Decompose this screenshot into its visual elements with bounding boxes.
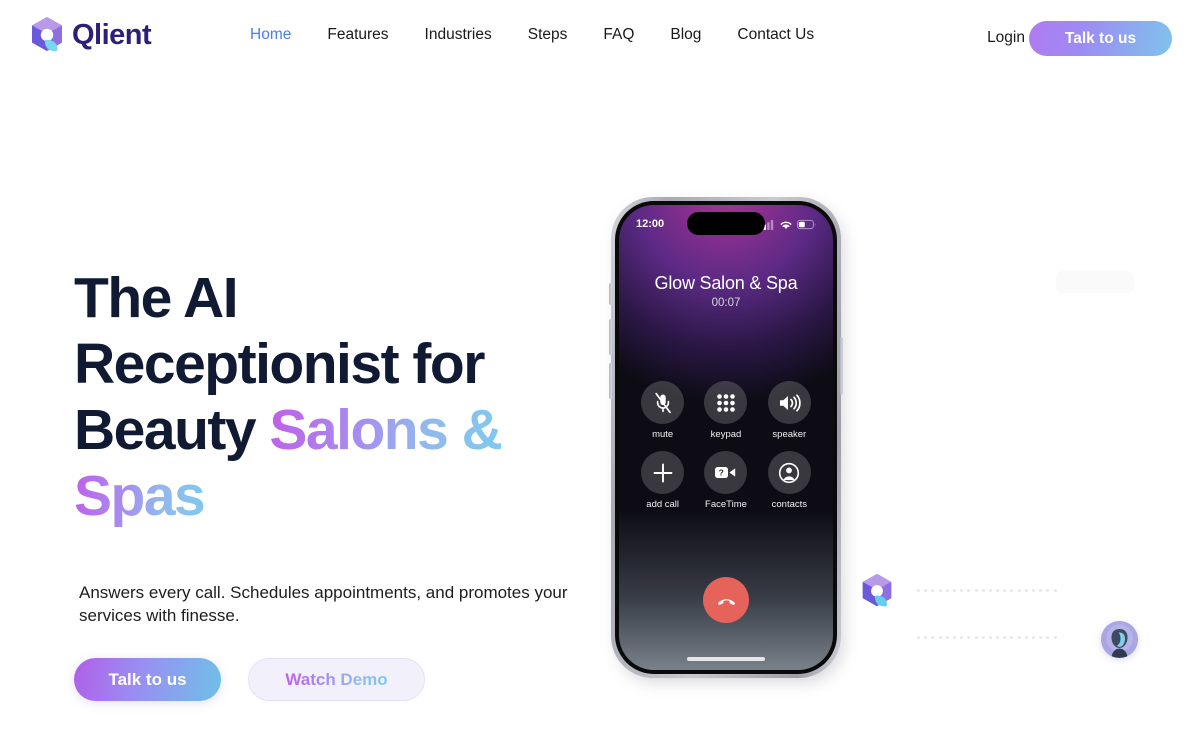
brand-logo[interactable]: Qlient [28,15,152,55]
hero-subheadline: Answers every call. Schedules appointmen… [79,583,568,625]
caller-info: Glow Salon & Spa 00:07 [619,273,833,309]
caller-name: Glow Salon & Spa [654,273,798,293]
contacts-person-icon [767,451,811,494]
site-header: Qlient Home Features Industries Steps FA… [0,0,1200,76]
headline-line-1: The AI [74,266,239,330]
page-title: The AI Receptionist for Beauty Salons & … [74,265,594,529]
hero-button-group: Talk to us Watch Demo [74,658,425,701]
dynamic-island [687,212,765,235]
call-control-facetime[interactable]: ? FaceTime [694,451,757,510]
phone-bezel: 12:00 Glow Salon & Spa 00:07 mute keypad… [615,201,837,674]
login-link[interactable]: Login [987,29,1025,47]
brand-name: Qlient [72,18,152,51]
call-control-label: FaceTime [705,499,747,510]
speaker-icon [767,381,811,424]
call-duration: 00:07 [711,297,741,309]
call-control-add-call[interactable]: add call [631,451,694,510]
hero-watch-demo-button[interactable]: Watch Demo [248,658,425,701]
headline-line-2: Receptionist for [74,332,485,396]
nav-item-home[interactable]: Home [232,26,309,44]
call-control-mute[interactable]: mute [631,381,694,440]
hero-talk-to-us-button[interactable]: Talk to us [74,658,221,701]
hero-text-block: The AI Receptionist for Beauty Salons & … [74,265,594,529]
phone-power-button[interactable] [840,337,843,395]
decor-dotted-line-top [917,589,1057,592]
phone-frame: 12:00 Glow Salon & Spa 00:07 mute keypad… [609,197,843,678]
decor-dotted-line-bottom [917,636,1057,639]
phone-screen: 12:00 Glow Salon & Spa 00:07 mute keypad… [619,205,833,670]
headline-line-3-plain: Beauty [74,398,270,462]
call-control-label: contacts [771,499,808,510]
keypad-icon [704,381,748,424]
phone-volume-up-button[interactable] [609,319,612,355]
svg-text:?: ? [719,468,724,478]
call-control-contacts[interactable]: contacts [758,451,821,510]
call-control-label: speaker [772,429,807,440]
decor-placeholder-pill [1056,271,1134,293]
landing-page: Qlient Home Features Industries Steps FA… [0,0,1200,750]
facetime-video-icon: ? [704,451,748,494]
avatar [1101,621,1138,658]
call-control-label: add call [646,499,680,510]
qlient-cube-icon [28,15,66,55]
home-indicator [687,657,765,661]
phone-silence-switch[interactable] [609,283,612,305]
status-icon-group [760,219,816,230]
headline-line-4-gradient: Spas [74,464,206,528]
decor-qlient-cube-icon [858,572,896,610]
main-navigation: Home Features Industries Steps FAQ Blog … [232,26,832,44]
end-call-button[interactable] [703,577,749,623]
phone-volume-down-button[interactable] [609,363,612,399]
nav-item-features[interactable]: Features [309,26,406,44]
nav-item-blog[interactable]: Blog [652,26,719,44]
call-control-label: mute [652,429,674,440]
mic-muted-icon [641,381,685,424]
nav-item-faq[interactable]: FAQ [585,26,652,44]
call-control-speaker[interactable]: speaker [758,381,821,440]
nav-item-industries[interactable]: Industries [407,26,510,44]
nav-item-contact-us[interactable]: Contact Us [719,26,832,44]
call-control-keypad[interactable]: keypad [694,381,757,440]
phone-mockup: 12:00 Glow Salon & Spa 00:07 mute keypad… [609,197,845,684]
call-controls-grid: mute keypad speaker add call ? FaceTime … [631,381,821,510]
wifi-icon [780,221,792,229]
plus-icon [641,451,685,494]
battery-icon [797,219,816,229]
watch-demo-label: Watch Demo [285,669,388,689]
header-talk-to-us-button[interactable]: Talk to us [1029,21,1172,56]
end-call-icon [717,598,735,605]
nav-item-steps[interactable]: Steps [510,26,586,44]
call-control-label: keypad [710,429,742,440]
headline-line-3-gradient: Salons & [269,398,502,462]
status-time: 12:00 [636,218,665,230]
